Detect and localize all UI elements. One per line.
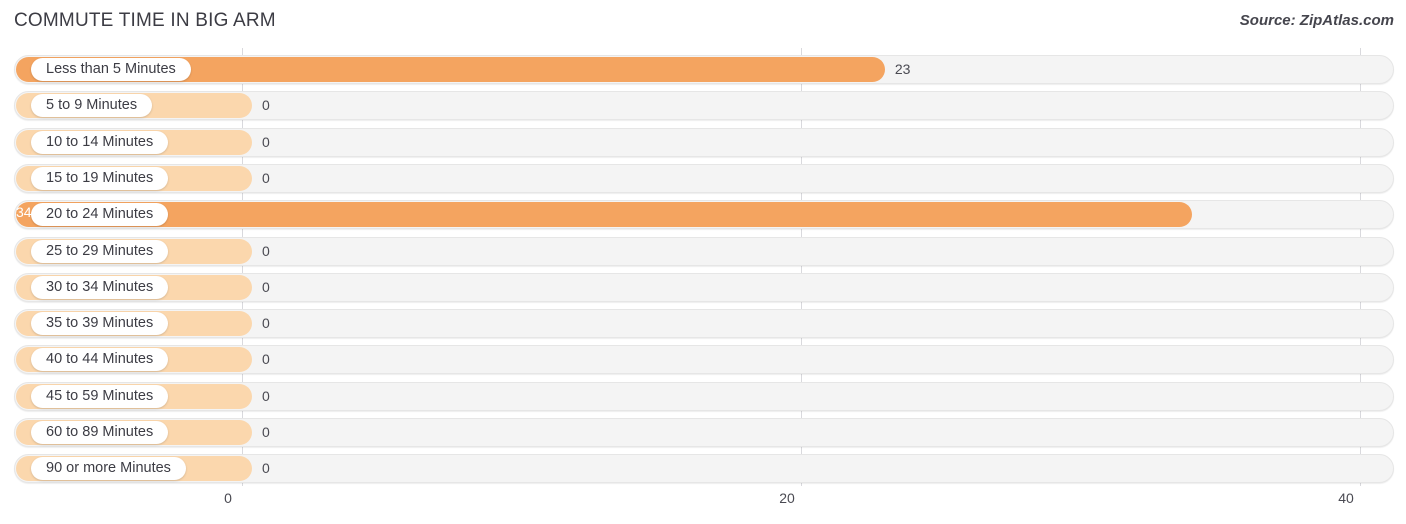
bar-row[interactable]: 20 to 24 Minutes 34: [14, 200, 1394, 230]
bar-row[interactable]: 25 to 29 Minutes 0: [14, 236, 1394, 266]
bar-value-label: 0: [262, 97, 270, 114]
bar-row[interactable]: 15 to 19 Minutes 0: [14, 163, 1394, 193]
bar-row[interactable]: 35 to 39 Minutes 0: [14, 309, 1394, 339]
page-title: COMMUTE TIME IN BIG ARM: [14, 10, 276, 31]
bar-category-label: Less than 5 Minutes: [31, 58, 191, 81]
bar-value-label: 0: [262, 424, 270, 440]
source-attribution: Source: ZipAtlas.com: [1239, 12, 1394, 29]
bar-value-label: 0: [262, 278, 270, 295]
bar-row[interactable]: 30 to 34 Minutes 0: [14, 272, 1394, 302]
bar-value-label: 0: [262, 133, 270, 150]
bar-category-label: 30 to 34 Minutes: [31, 275, 169, 299]
bar-category-label: 60 to 89 Minutes: [31, 421, 169, 444]
bar-row[interactable]: 45 to 59 Minutes 0: [14, 381, 1394, 411]
x-axis-tick-label: 0: [224, 490, 232, 506]
bar-value-label: 0: [262, 387, 270, 404]
chart-plot-area: Less than 5 Minutes 23 5 to 9 Minutes 0 10 t…: [0, 48, 1406, 486]
bar-category-label: 40 to 44 Minutes: [31, 348, 169, 372]
bar-category-label: 90 or more Minutes: [31, 457, 186, 481]
bar-category-label: 35 to 39 Minutes: [31, 312, 169, 336]
bar-category-label: 15 to 19 Minutes: [31, 166, 169, 190]
bar-row[interactable]: Less than 5 Minutes 23: [14, 55, 1394, 84]
bar-row[interactable]: 90 or more Minutes 0: [14, 454, 1394, 484]
bar-value-label: 0: [262, 169, 270, 186]
bar-value-label: 0: [262, 351, 270, 368]
bar-category-label: 25 to 29 Minutes: [31, 239, 169, 263]
x-axis: 0 20 40: [0, 486, 1406, 524]
bar-category-label: 45 to 59 Minutes: [31, 384, 169, 408]
bar-category-label: 10 to 14 Minutes: [31, 130, 169, 154]
chart-header: COMMUTE TIME IN BIG ARM Source: ZipAtlas…: [0, 0, 1406, 48]
bar-row[interactable]: 40 to 44 Minutes 0: [14, 345, 1394, 375]
x-axis-tick-label: 40: [1338, 490, 1354, 506]
bar-row[interactable]: 60 to 89 Minutes 0: [14, 418, 1394, 447]
bar-value-label: 0: [262, 460, 270, 477]
bar-value-label: 0: [262, 315, 270, 332]
bar-category-label: 5 to 9 Minutes: [31, 94, 153, 118]
bar-rows: Less than 5 Minutes 23 5 to 9 Minutes 0 10 t…: [0, 48, 1406, 486]
x-axis-tick-label: 20: [779, 490, 795, 506]
bar-row[interactable]: 5 to 9 Minutes 0: [14, 91, 1394, 121]
bar-row[interactable]: 10 to 14 Minutes 0: [14, 127, 1394, 157]
bar-value-label: 34: [16, 204, 32, 221]
bar-value-label: 23: [894, 61, 911, 77]
bar-value-label: 0: [262, 242, 270, 259]
